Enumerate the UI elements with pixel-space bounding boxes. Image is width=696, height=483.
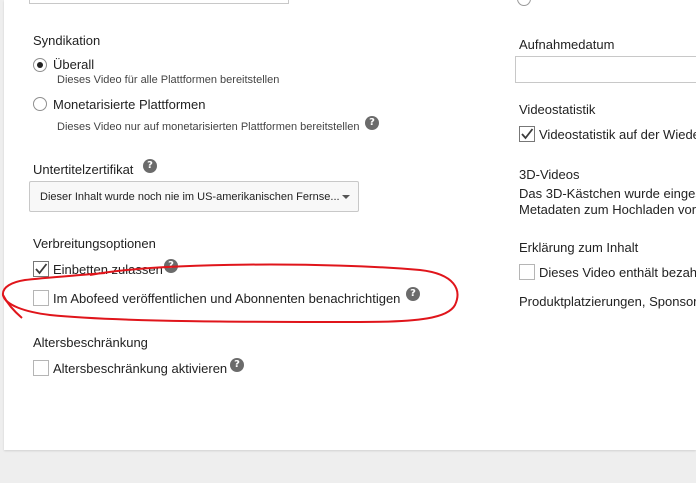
red-annotation-ellipse bbox=[1, 263, 459, 324]
